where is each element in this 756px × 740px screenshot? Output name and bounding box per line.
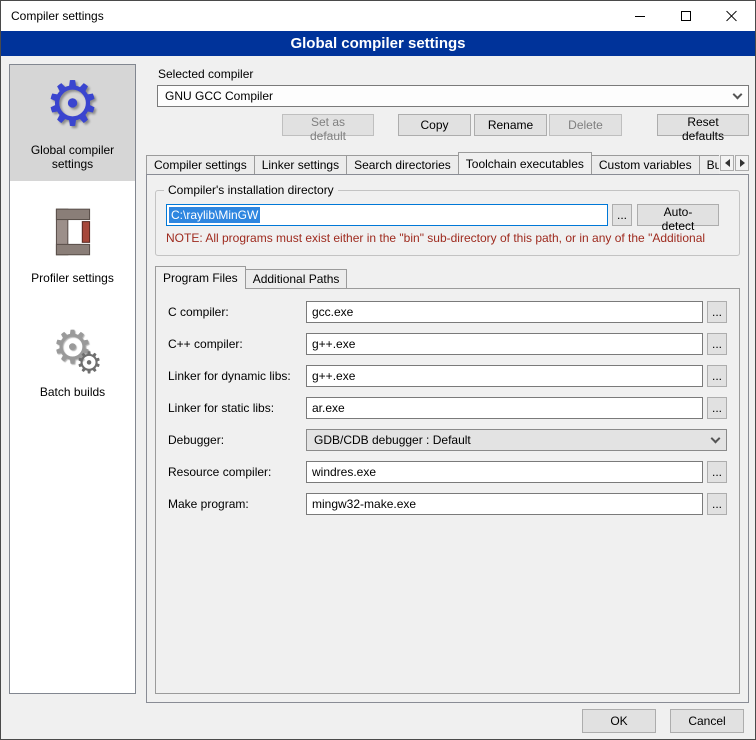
window-controls bbox=[617, 1, 755, 31]
resource-compiler-input[interactable] bbox=[306, 461, 703, 483]
arrow-right-icon bbox=[740, 159, 745, 167]
debugger-select-value: GDB/CDB debugger : Default bbox=[314, 433, 471, 447]
browse-make-program-button[interactable]: ... bbox=[707, 493, 727, 515]
settings-tabbar: Compiler settings Linker settings Search… bbox=[146, 152, 749, 174]
tab-scroll-left-button[interactable] bbox=[720, 155, 734, 171]
compiler-select-value: GNU GCC Compiler bbox=[165, 89, 273, 103]
row-dynamic-linker: Linker for dynamic libs: ... bbox=[168, 365, 727, 387]
auto-detect-button[interactable]: Auto-detect bbox=[637, 204, 719, 226]
field-label: Linker for dynamic libs: bbox=[168, 369, 306, 383]
browse-cpp-compiler-button[interactable]: ... bbox=[707, 333, 727, 355]
browse-installation-directory-button[interactable]: ... bbox=[612, 204, 632, 226]
sidebar-item-label: Global compiler settings bbox=[13, 143, 132, 171]
program-files-tabbar: Program Files Additional Paths bbox=[155, 266, 740, 288]
tab-linker-settings[interactable]: Linker settings bbox=[254, 155, 347, 174]
c-compiler-input[interactable] bbox=[306, 301, 703, 323]
browse-c-compiler-button[interactable]: ... bbox=[707, 301, 727, 323]
close-button[interactable] bbox=[709, 1, 755, 31]
browse-dynamic-linker-button[interactable]: ... bbox=[707, 365, 727, 387]
sidebar-item-global-compiler-settings[interactable]: ⚙ Global compiler settings bbox=[10, 65, 135, 181]
tab-scroll-right-button[interactable] bbox=[735, 155, 749, 171]
delete-button: Delete bbox=[549, 114, 622, 136]
minimize-button[interactable] bbox=[617, 1, 663, 31]
reset-defaults-button[interactable]: Reset defaults bbox=[657, 114, 749, 136]
arrow-left-icon bbox=[725, 159, 730, 167]
row-make-program: Make program: ... bbox=[168, 493, 727, 515]
tab-build-options[interactable]: Buil bbox=[699, 155, 719, 174]
maximize-icon bbox=[681, 11, 691, 21]
settings-sidebar: ⚙ Global compiler settings Profiler sett… bbox=[9, 64, 136, 694]
debugger-select[interactable]: GDB/CDB debugger : Default bbox=[306, 429, 727, 451]
cancel-button[interactable]: Cancel bbox=[670, 709, 744, 733]
maximize-button[interactable] bbox=[663, 1, 709, 31]
sidebar-item-batch-builds[interactable]: ⚙⚙ Batch builds bbox=[10, 307, 135, 409]
compiler-select[interactable]: GNU GCC Compiler bbox=[157, 85, 749, 107]
installation-directory-row: C:\raylib\MinGW ... Auto-detect bbox=[166, 204, 719, 226]
tab-toolchain-executables[interactable]: Toolchain executables bbox=[458, 152, 592, 174]
static-linker-input[interactable] bbox=[306, 397, 703, 419]
tab-strip: Compiler settings Linker settings Search… bbox=[146, 152, 719, 174]
toolchain-executables-panel: Compiler's installation directory C:\ray… bbox=[146, 174, 749, 703]
close-icon bbox=[726, 10, 738, 22]
row-c-compiler: C compiler: ... bbox=[168, 301, 727, 323]
compiler-gear-icon: ⚙ bbox=[41, 73, 105, 137]
set-as-default-button: Set as default bbox=[282, 114, 374, 136]
field-label: Debugger: bbox=[168, 433, 306, 447]
installation-directory-group-title: Compiler's installation directory bbox=[164, 183, 338, 197]
minimize-icon bbox=[635, 16, 645, 17]
field-label: Linker for static libs: bbox=[168, 401, 306, 415]
selected-compiler-label: Selected compiler bbox=[158, 67, 253, 81]
row-resource-compiler: Resource compiler: ... bbox=[168, 461, 727, 483]
subtab-additional-paths[interactable]: Additional Paths bbox=[245, 269, 348, 288]
selected-text: C:\raylib\MinGW bbox=[169, 207, 260, 223]
window-title: Compiler settings bbox=[1, 9, 104, 23]
field-label: Make program: bbox=[168, 497, 306, 511]
sidebar-item-label: Profiler settings bbox=[31, 271, 114, 285]
rename-button[interactable]: Rename bbox=[474, 114, 547, 136]
dialog-body: ⚙ Global compiler settings Profiler sett… bbox=[1, 56, 755, 739]
installation-directory-group: Compiler's installation directory C:\ray… bbox=[155, 190, 740, 256]
field-label: C++ compiler: bbox=[168, 337, 306, 351]
cpp-compiler-input[interactable] bbox=[306, 333, 703, 355]
chevron-down-icon bbox=[711, 434, 721, 444]
compiler-settings-dialog: Compiler settings Global compiler settin… bbox=[0, 0, 756, 740]
titlebar[interactable]: Compiler settings bbox=[1, 1, 755, 31]
tab-custom-variables[interactable]: Custom variables bbox=[591, 155, 700, 174]
row-static-linker: Linker for static libs: ... bbox=[168, 397, 727, 419]
program-files-panel: C compiler: ... C++ compiler: ... Linker… bbox=[155, 288, 740, 694]
field-label: Resource compiler: bbox=[168, 465, 306, 479]
row-cpp-compiler: C++ compiler: ... bbox=[168, 333, 727, 355]
browse-resource-compiler-button[interactable]: ... bbox=[707, 461, 727, 483]
field-label: C compiler: bbox=[168, 305, 306, 319]
ok-button[interactable]: OK bbox=[582, 709, 656, 733]
browse-static-linker-button[interactable]: ... bbox=[707, 397, 727, 419]
bin-subdirectory-note: NOTE: All programs must exist either in … bbox=[166, 231, 719, 245]
chevron-down-icon bbox=[733, 90, 743, 100]
footer-button-row: OK Cancel bbox=[582, 709, 744, 733]
tab-compiler-settings[interactable]: Compiler settings bbox=[146, 155, 255, 174]
sidebar-item-profiler-settings[interactable]: Profiler settings bbox=[10, 193, 135, 295]
subtab-program-files[interactable]: Program Files bbox=[155, 266, 246, 289]
make-program-input[interactable] bbox=[306, 493, 703, 515]
dialog-header: Global compiler settings bbox=[1, 31, 755, 56]
profiler-icon bbox=[41, 201, 105, 265]
compiler-button-row: Set as default Copy Rename Delete Reset … bbox=[157, 114, 749, 136]
tab-search-directories[interactable]: Search directories bbox=[346, 155, 459, 174]
installation-directory-input[interactable]: C:\raylib\MinGW bbox=[166, 204, 608, 226]
sidebar-item-label: Batch builds bbox=[40, 385, 105, 399]
dynamic-linker-input[interactable] bbox=[306, 365, 703, 387]
batch-builds-icon: ⚙⚙ bbox=[41, 315, 105, 379]
copy-button[interactable]: Copy bbox=[398, 114, 471, 136]
row-debugger: Debugger: GDB/CDB debugger : Default bbox=[168, 429, 727, 451]
